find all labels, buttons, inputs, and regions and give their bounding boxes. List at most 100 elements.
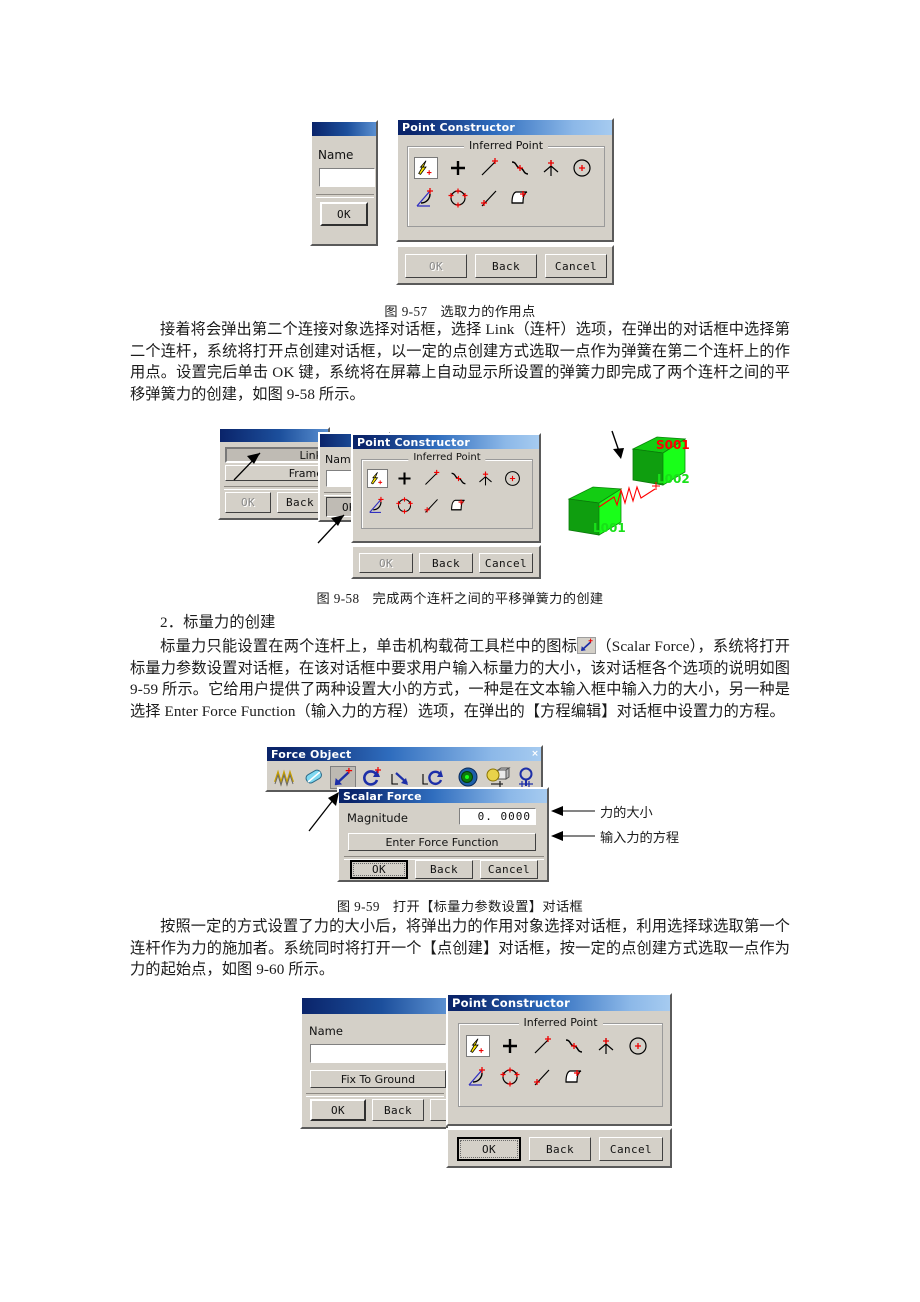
scalar-force-ok-label: OK [353,863,405,876]
vector-force-icon[interactable] [388,766,416,789]
link1-label: L001 [593,521,626,535]
inferred-point-icon[interactable] [367,469,388,488]
quadrant-point-icon[interactable] [394,496,415,515]
fig58-ok-button[interactable]: OK [359,553,413,573]
contact-icon[interactable] [484,766,512,789]
inferred-point-icon[interactable] [466,1035,490,1057]
control-point-icon[interactable] [539,157,563,179]
fig58-inferred-point-group: Inferred Point [361,452,533,529]
scalar-force-back-button[interactable]: Back [415,860,473,879]
fig60-name-ok-button[interactable]: OK [310,1099,366,1121]
point-on-curve-icon[interactable] [477,187,501,209]
cursor-location-icon[interactable] [446,157,470,179]
fig60-name-dialog[interactable]: Name Fix To Ground OK Back C [300,996,482,1129]
arc-center-icon[interactable] [502,469,523,488]
fig57-ok-button[interactable]: OK [405,254,467,278]
end-point-icon[interactable] [562,1035,586,1057]
gravity-icon[interactable] [455,766,481,789]
fig57-back-button[interactable]: Back [475,254,537,278]
force-object-toolbar[interactable]: Force Object × [265,745,543,792]
caption-9-59: 图 9-59 打开【标量力参数设置】对话框 [0,896,920,915]
arc-angle-icon[interactable] [367,496,388,515]
fig58-select-titlebar [220,429,328,442]
function-annotation: 输入力的方程 [600,830,680,845]
fig58-cancel-button[interactable]: Cancel [479,553,533,573]
spring-force-icon[interactable] [272,766,298,789]
scalar-force-title: Scalar Force [343,789,422,803]
fig60-cancel-button[interactable]: Cancel [599,1137,663,1161]
end-point-icon[interactable] [448,469,469,488]
point-on-curve-icon[interactable] [530,1066,554,1088]
fig58-select-back-button[interactable]: Back [277,492,323,513]
point-on-face-icon[interactable] [562,1066,586,1088]
link2-body [631,436,687,486]
inferred-point-icon[interactable] [414,157,438,179]
fig58-frame-button[interactable]: Frame [225,465,328,481]
scalar-force-icon[interactable] [330,766,356,789]
arc-center-icon[interactable] [570,157,594,179]
joint-friction-icon[interactable] [515,766,541,789]
point-on-curve-icon[interactable] [421,496,442,515]
paragraph-3-text: 按照一定的方式设置了力的大小后，将弹出力的作用对象选择对话框，利用选择球选取第一… [130,918,790,979]
arc-angle-icon[interactable] [466,1066,490,1088]
fig58-pc-title: Point Constructor [357,435,470,449]
fig60-name-back-button[interactable]: Back [372,1099,424,1121]
fig57-name-ok-button[interactable]: OK [320,202,368,226]
control-point-icon[interactable] [475,469,496,488]
caption-9-57-no: 图 9-57 [384,304,428,319]
point-on-face-icon[interactable] [448,496,469,515]
document-page: Name OK Point Constructor Inferred Point [0,0,920,1302]
quadrant-point-icon[interactable] [446,187,470,209]
fig60-back-button[interactable]: Back [529,1137,591,1161]
caption-9-59-text: 打开【标量力参数设置】对话框 [392,899,584,914]
existing-point-icon[interactable] [530,1035,554,1057]
vector-torque-icon[interactable] [419,766,447,789]
fig57-point-constructor[interactable]: Point Constructor Inferred Point [396,118,614,242]
fig58-link-button[interactable]: Link [225,447,328,463]
damper-force-icon[interactable] [301,766,327,789]
fig58-pc-titlebar: Point Constructor [353,435,539,449]
caption-9-57-text: 选取力的作用点 [440,304,536,319]
fig57-inferred-point-group: Inferred Point [407,139,605,227]
fig58-inferred-point-legend: Inferred Point [408,452,486,463]
fig60-inferred-point-legend: Inferred Point [518,1016,603,1029]
fig60-ok-button[interactable]: OK [457,1137,521,1161]
existing-point-icon[interactable] [421,469,442,488]
cursor-location-icon[interactable] [498,1035,522,1057]
close-icon[interactable]: × [531,749,539,759]
fig58-select-ok-button[interactable]: OK [225,492,271,513]
fig60-ok-label: OK [460,1140,518,1158]
fig60-point-constructor[interactable]: Point Constructor Inferred Point [446,993,672,1126]
scalar-force-cancel-button[interactable]: Cancel [480,860,538,879]
fig58-button-bar: OK Back Cancel [351,545,541,579]
link2-label: L002 [657,472,690,486]
enter-force-function-button[interactable]: Enter Force Function [348,833,536,851]
existing-point-icon[interactable] [477,157,501,179]
scalar-force-dialog[interactable]: Scalar Force Magnitude 0. 0000 Enter For… [337,787,549,882]
control-point-icon[interactable] [594,1035,618,1057]
fig57-name-dialog[interactable]: Name OK [310,120,378,246]
caption-9-59-no: 图 9-59 [336,899,380,914]
point-on-face-icon[interactable] [508,187,532,209]
paragraph-1: 接着将会弹出第二个连接对象选择对话框，选择 Link（连杆）选项，在弹出的对话框… [130,319,790,405]
fig57-name-titlebar [312,122,376,136]
spring-label: S001 [656,438,690,452]
scalar-force-titlebar: Scalar Force [339,789,547,803]
end-point-icon[interactable] [508,157,532,179]
cursor-location-icon[interactable] [394,469,415,488]
magnitude-input[interactable]: 0. 0000 [459,808,536,825]
magnitude-label: Magnitude [347,811,408,825]
arc-angle-icon[interactable] [414,187,438,209]
fig58-point-constructor[interactable]: Point Constructor Inferred Point [351,433,541,543]
fig57-cancel-button[interactable]: Cancel [545,254,607,278]
fig58-select-dialog[interactable]: Link Frame OK Back [218,427,330,520]
fig60-name-input[interactable] [310,1044,446,1063]
fig58-back-button[interactable]: Back [419,553,473,573]
fix-to-ground-button[interactable]: Fix To Ground [310,1070,446,1088]
fig57-name-input[interactable] [319,168,375,187]
torque-icon[interactable] [359,766,385,789]
arc-center-icon[interactable] [626,1035,650,1057]
scalar-force-ok-button[interactable]: OK [350,860,408,879]
fig60-name-titlebar [302,998,446,1014]
quadrant-point-icon[interactable] [498,1066,522,1088]
